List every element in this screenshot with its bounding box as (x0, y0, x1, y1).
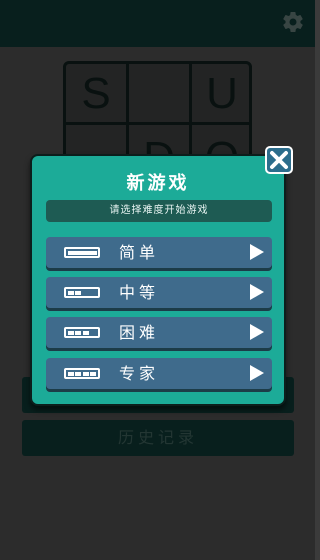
difficulty-bar-icon (64, 247, 100, 258)
difficulty-bar-icon (64, 327, 100, 338)
difficulty-bar-icon (64, 368, 100, 379)
difficulty-expert-button[interactable]: 专家 (46, 358, 272, 389)
dialog-subtitle: 请选择难度开始游戏 (46, 200, 272, 222)
play-icon (250, 284, 264, 300)
new-game-dialog: 新游戏 请选择难度开始游戏 简单 中等 困难 专家 (30, 154, 286, 406)
play-icon (250, 244, 264, 260)
play-icon (250, 324, 264, 340)
dialog-title: 新游戏 (126, 173, 190, 194)
difficulty-label: 中等 (118, 283, 159, 302)
difficulty-medium-button[interactable]: 中等 (46, 277, 272, 308)
difficulty-bar-icon (64, 287, 100, 298)
play-icon (250, 365, 264, 381)
difficulty-label: 专家 (118, 364, 159, 383)
close-icon (270, 151, 288, 169)
difficulty-easy-button[interactable]: 简单 (46, 237, 272, 268)
difficulty-hard-button[interactable]: 困难 (46, 317, 272, 348)
difficulty-label: 简单 (118, 243, 159, 262)
difficulty-label: 困难 (118, 323, 159, 342)
close-button[interactable] (265, 146, 293, 174)
